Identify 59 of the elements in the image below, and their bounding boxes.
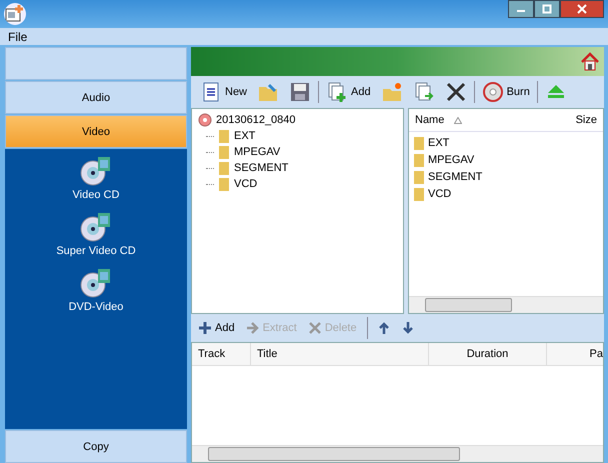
sidebar-category[interactable]: Video (5, 115, 187, 148)
app-icon (4, 3, 26, 25)
horizontal-scrollbar[interactable] (192, 445, 603, 462)
new-button[interactable]: New (197, 80, 250, 104)
maximize-icon (542, 4, 552, 14)
video-disc-icon[interactable] (80, 211, 112, 243)
tree-item[interactable]: 20130612_0840 (216, 114, 296, 126)
arrow-right-icon (246, 322, 259, 334)
folder-icon (413, 136, 425, 150)
folder-icon (257, 81, 280, 103)
close-button[interactable] (560, 0, 604, 18)
folder-icon (218, 145, 230, 159)
plus-icon (199, 322, 211, 334)
add-button[interactable]: Add (323, 80, 374, 104)
column-header[interactable]: Name (409, 114, 454, 126)
sort-arrow-icon (454, 116, 462, 124)
files-arrow-icon (412, 81, 435, 103)
cross-icon (308, 322, 321, 334)
folder-icon (218, 161, 230, 175)
sidebar-category[interactable]: Copy (5, 430, 187, 463)
sidebar-item[interactable]: Video CD (72, 189, 120, 201)
file-name[interactable]: EXT (428, 136, 450, 148)
column-header[interactable]: Pa (547, 343, 603, 365)
video-disc-icon[interactable] (80, 267, 112, 299)
tree-item[interactable]: MPEGAV (234, 146, 280, 158)
maximize-button[interactable] (534, 0, 560, 18)
folder-icon (413, 152, 425, 166)
home-icon[interactable] (580, 52, 600, 72)
file-name[interactable]: SEGMENT (428, 170, 482, 182)
folder-star-icon (380, 81, 403, 103)
column-header[interactable]: Track (192, 343, 251, 365)
sidebar-item[interactable]: DVD-Video (68, 301, 124, 313)
folder-icon (218, 177, 230, 191)
burn-button[interactable]: Burn (478, 80, 533, 104)
arrow-down-icon (402, 322, 414, 334)
add-files-icon (326, 81, 348, 103)
disc-icon (198, 113, 212, 127)
menu-item[interactable]: File (8, 30, 28, 44)
file-name[interactable]: MPEGAV (428, 154, 474, 166)
tree-item[interactable]: EXT (234, 130, 256, 142)
column-header[interactable]: Title (251, 343, 429, 365)
folder-icon (218, 129, 230, 143)
sidebar-category[interactable]: Audio (5, 81, 187, 114)
column-header[interactable]: Size (570, 114, 603, 126)
sidebar-item[interactable]: Super Video CD (56, 245, 136, 257)
folder-icon (413, 186, 425, 200)
horizontal-scrollbar[interactable] (409, 296, 603, 313)
tree-item[interactable]: SEGMENT (234, 162, 288, 174)
arrow-up-icon (378, 322, 390, 334)
minimize-button[interactable] (508, 0, 534, 18)
video-disc-icon[interactable] (80, 155, 112, 187)
disc-icon (482, 81, 504, 103)
file-name[interactable]: VCD (428, 188, 452, 200)
add-button[interactable]: Add (197, 321, 237, 335)
tree-item[interactable]: VCD (234, 178, 258, 190)
delete-icon (444, 81, 467, 103)
folder-icon (413, 170, 425, 184)
column-header[interactable]: Duration (429, 343, 547, 365)
close-icon (577, 4, 587, 14)
